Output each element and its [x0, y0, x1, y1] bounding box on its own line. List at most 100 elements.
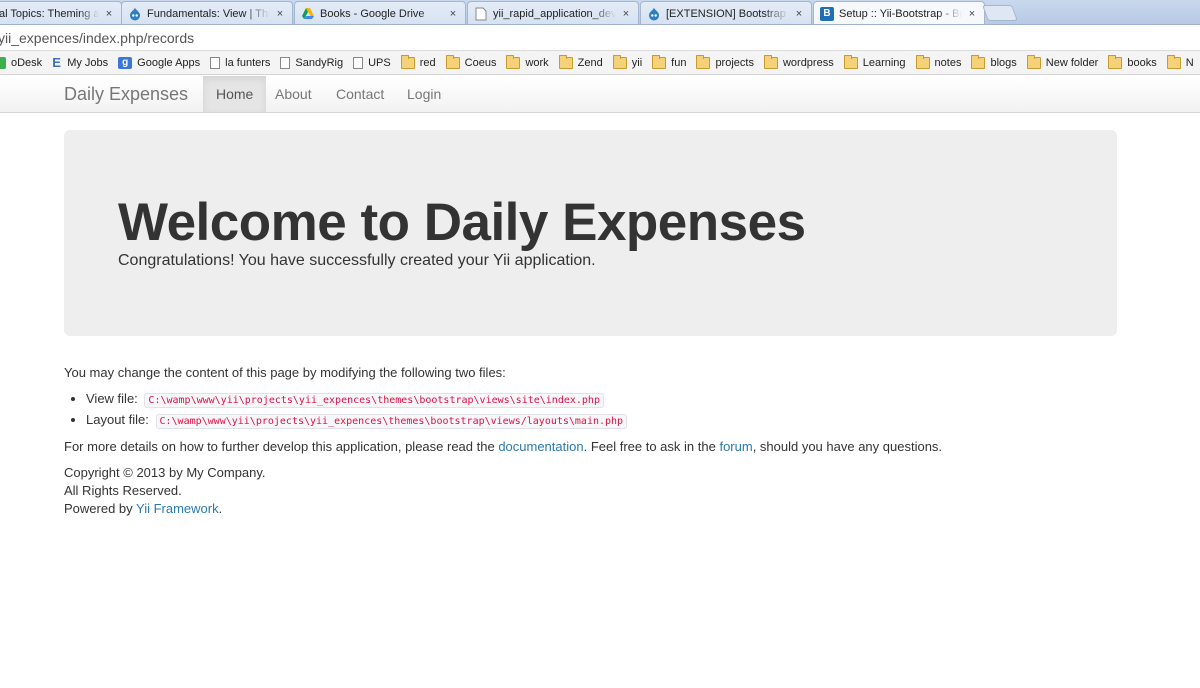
- browser-tab[interactable]: Books - Google Drive ×: [294, 1, 466, 24]
- tab-close-icon[interactable]: ×: [620, 8, 632, 20]
- tab-close-icon[interactable]: ×: [793, 8, 805, 20]
- tab-title: yii_rapid_application_deve: [493, 7, 616, 20]
- folder-icon: [558, 54, 573, 69]
- bookmark-folder[interactable]: N: [1166, 54, 1194, 69]
- url-text[interactable]: yii_expences/index.php/records: [0, 30, 194, 46]
- google-apps-icon: g: [118, 56, 133, 69]
- browser-tab[interactable]: yii_rapid_application_deve ×: [467, 1, 639, 24]
- file-path: C:\wamp\www\yii\projects\yii_expences\th…: [144, 393, 604, 408]
- copyright-text: Copyright © 2013 by My Company.: [64, 465, 266, 480]
- page-icon: [353, 56, 364, 69]
- documentation-link[interactable]: documentation: [498, 439, 583, 454]
- bookmark-folder[interactable]: wordpress: [763, 54, 834, 69]
- folder-icon: [915, 54, 930, 69]
- bookmark-item[interactable]: la funters: [210, 56, 270, 69]
- bookmark-label: yii: [631, 56, 643, 69]
- e-icon: E: [52, 54, 61, 70]
- drupal-icon: [647, 7, 661, 21]
- bookmark-item[interactable]: SandyRig: [280, 56, 344, 69]
- yii-framework-link[interactable]: Yii Framework: [136, 501, 219, 516]
- drupal-icon: [128, 7, 142, 21]
- bookmark-item[interactable]: UPS: [353, 56, 391, 69]
- bookmark-folder[interactable]: yii: [612, 54, 643, 69]
- bookmark-folder[interactable]: Zend: [558, 54, 603, 69]
- bookmark-label: Coeus: [464, 56, 497, 69]
- bookmark-folder[interactable]: blogs: [971, 54, 1017, 69]
- text-fragment: . Feel free to ask in the: [583, 439, 720, 454]
- file-path: C:\wamp\www\yii\projects\yii_expences\th…: [155, 414, 628, 429]
- bookmark-item[interactable]: E My Jobs: [52, 54, 109, 70]
- tab-close-icon[interactable]: ×: [447, 8, 459, 20]
- bookmark-folder[interactable]: Learning: [843, 54, 906, 69]
- nav-home[interactable]: Home: [203, 76, 267, 112]
- folder-icon: [612, 54, 627, 69]
- bootstrap-icon: B: [820, 6, 834, 21]
- folder-icon: [1166, 54, 1181, 69]
- intro-text: You may change the content of this page …: [64, 365, 506, 380]
- text-fragment: , should you have any questions.: [752, 439, 943, 454]
- bookmark-folder[interactable]: Coeus: [445, 54, 497, 69]
- bookmark-label: red: [419, 56, 436, 69]
- file-label: View file:: [86, 391, 138, 406]
- file-label: Layout file:: [86, 412, 149, 427]
- bookmark-folder[interactable]: work: [506, 54, 549, 69]
- bookmark-label: My Jobs: [67, 56, 109, 69]
- folder-icon: [971, 54, 986, 69]
- bookmark-label: wordpress: [782, 56, 834, 69]
- tab-close-icon[interactable]: ×: [274, 8, 286, 20]
- bookmark-label: fun: [671, 56, 687, 69]
- browser-tab[interactable]: [EXTENSION] Bootstrap - \ ×: [640, 1, 812, 24]
- powered-by-text: Powered by Yii Framework.: [64, 500, 1124, 518]
- file-list-item: View file: C:\wamp\www\yii\projects\yii_…: [86, 390, 1124, 409]
- file-list-item: Layout file: C:\wamp\www\yii\projects\yi…: [86, 411, 1124, 430]
- address-bar[interactable]: yii_expences/index.php/records: [0, 26, 1200, 51]
- main-content: You may change the content of this page …: [64, 365, 1124, 518]
- tab-close-icon[interactable]: ×: [103, 8, 115, 20]
- browser-tab[interactable]: al Topics: Theming a ×: [0, 1, 122, 24]
- more-details-text: For more details on how to further devel…: [64, 439, 1124, 454]
- bookmark-folder[interactable]: projects: [696, 54, 754, 69]
- bookmark-label: projects: [715, 56, 754, 69]
- hero-title: Welcome to Daily Expenses: [118, 193, 806, 252]
- forum-link[interactable]: forum: [719, 439, 752, 454]
- bookmark-label: SandyRig: [295, 56, 344, 69]
- tab-close-icon[interactable]: ×: [966, 8, 978, 20]
- nav-login[interactable]: Login: [394, 76, 454, 112]
- google-drive-icon: [301, 7, 315, 21]
- browser-tab-active[interactable]: B Setup :: Yii-Bootstrap - Bri ×: [813, 1, 985, 24]
- new-tab-button[interactable]: [982, 5, 1018, 21]
- bookmark-label: UPS: [368, 56, 391, 69]
- bookmark-label: oDesk: [11, 56, 43, 69]
- bookmark-label: New folder: [1045, 56, 1099, 69]
- bookmark-label: Google Apps: [137, 56, 201, 69]
- navbar-brand[interactable]: Daily Expenses: [64, 84, 188, 105]
- bookmark-label: books: [1127, 56, 1157, 69]
- bookmarks-bar: oDesk E My Jobs g Google Apps la funters S…: [0, 51, 1200, 75]
- bookmark-item[interactable]: oDesk: [0, 56, 43, 69]
- folder-icon: [1108, 54, 1123, 69]
- site-navbar: Daily Expenses Home About Contact Login: [0, 76, 1200, 113]
- page-icon: [280, 56, 291, 69]
- page-icon: [210, 56, 221, 69]
- hero-unit: Welcome to Daily Expenses Congratulation…: [64, 130, 1117, 336]
- tab-title: al Topics: Theming a: [0, 7, 99, 20]
- text-fragment: For more details on how to further devel…: [64, 439, 499, 454]
- bookmark-label: work: [525, 56, 549, 69]
- tab-title: [EXTENSION] Bootstrap - \: [666, 7, 789, 20]
- bookmark-label: notes: [934, 56, 962, 69]
- browser-tab-strip: al Topics: Theming a × Fundamentals: Vie…: [0, 0, 1200, 25]
- bookmark-folder[interactable]: notes: [915, 54, 962, 69]
- folder-icon: [763, 54, 778, 69]
- nav-about[interactable]: About: [262, 76, 325, 112]
- bookmark-folder[interactable]: fun: [652, 54, 687, 69]
- bookmark-folder[interactable]: books: [1108, 54, 1157, 69]
- browser-tab[interactable]: Fundamentals: View | The ×: [121, 1, 293, 24]
- nav-contact[interactable]: Contact: [323, 76, 397, 112]
- bookmark-folder[interactable]: New folder: [1026, 54, 1099, 69]
- text-fragment: .: [218, 501, 223, 516]
- file-list: View file: C:\wamp\www\yii\projects\yii_…: [64, 390, 1124, 430]
- bookmark-item[interactable]: g Google Apps: [118, 56, 201, 69]
- bookmark-folder[interactable]: red: [400, 54, 436, 69]
- tab-title: Setup :: Yii-Bootstrap - Bri: [839, 7, 962, 20]
- text-fragment: Powered by: [64, 501, 137, 516]
